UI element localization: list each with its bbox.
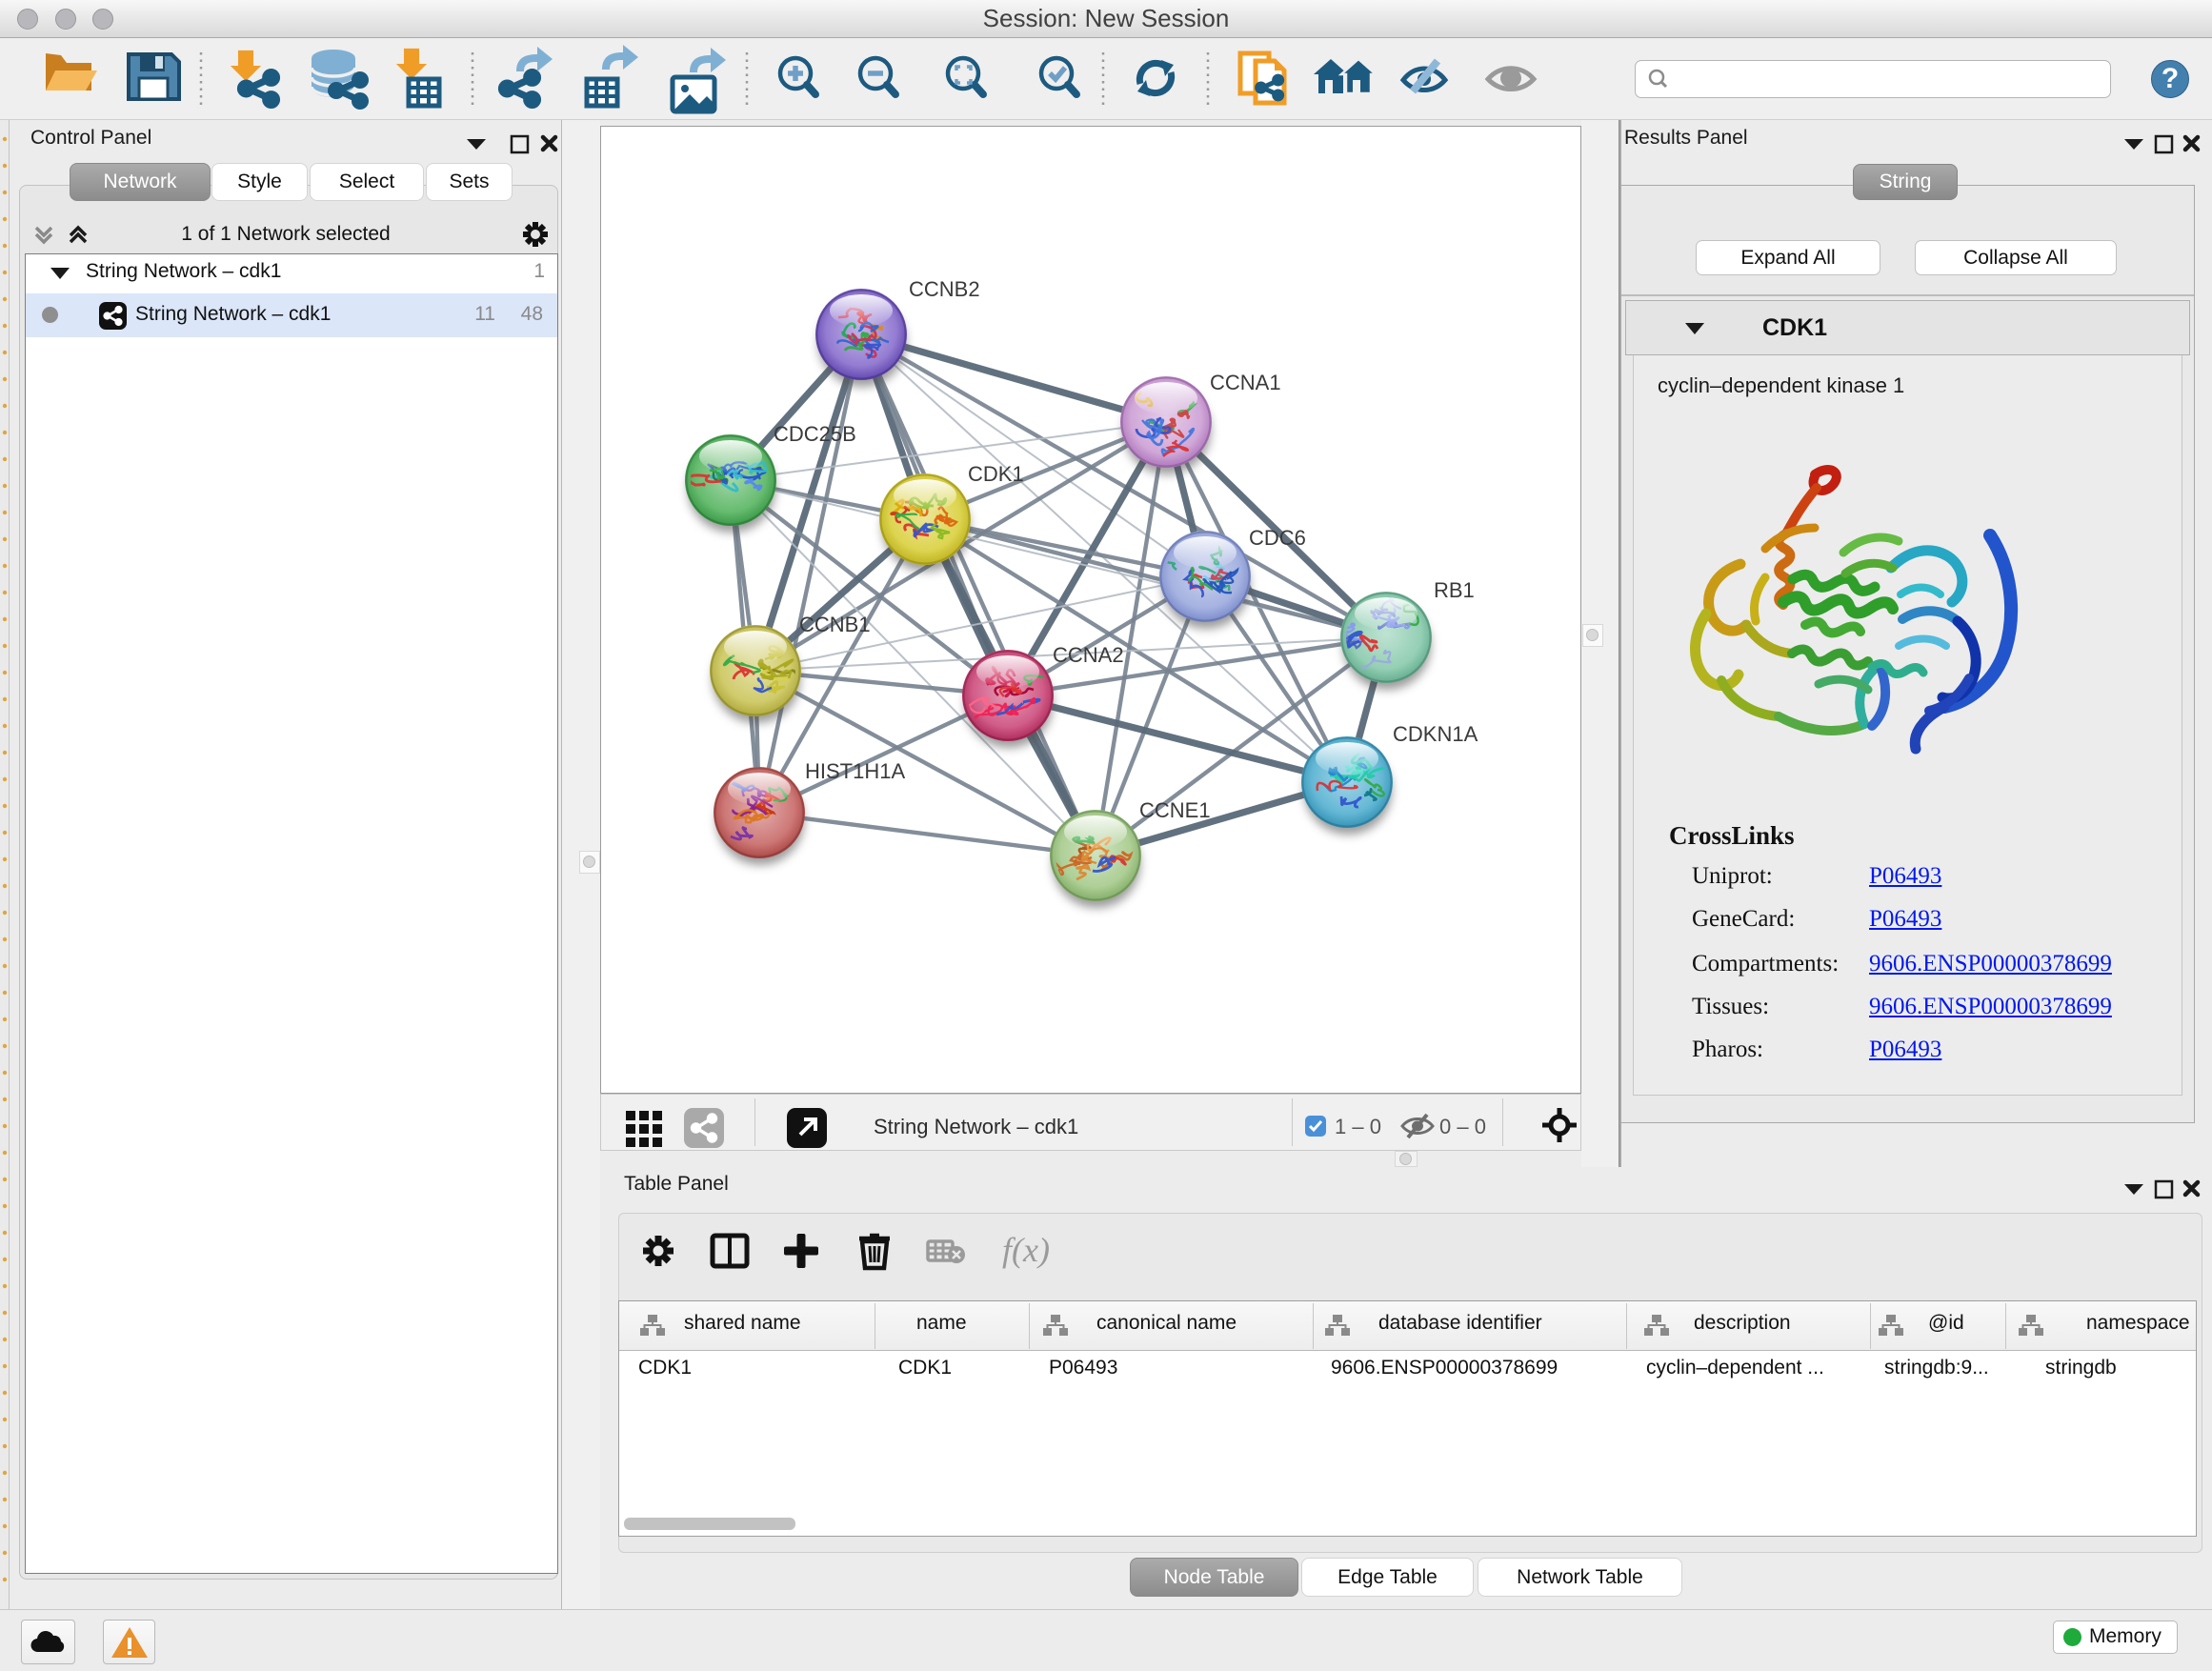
svg-text:CCNA2: CCNA2 bbox=[1053, 643, 1124, 667]
svg-text:CDK1: CDK1 bbox=[968, 462, 1024, 486]
svg-text:CDC25B: CDC25B bbox=[774, 422, 856, 446]
svg-text:f(x): f(x) bbox=[1002, 1231, 1050, 1269]
svg-text:CCNA1: CCNA1 bbox=[1210, 371, 1281, 394]
svg-text:RB1: RB1 bbox=[1434, 578, 1475, 602]
svg-text:HIST1H1A: HIST1H1A bbox=[805, 759, 905, 783]
svg-text:CDC6: CDC6 bbox=[1249, 526, 1306, 550]
svg-text:CCNB2: CCNB2 bbox=[909, 277, 980, 301]
svg-text:CDKN1A: CDKN1A bbox=[1393, 722, 1478, 746]
svg-text:CCNB1: CCNB1 bbox=[799, 613, 871, 636]
svg-text:CCNE1: CCNE1 bbox=[1139, 798, 1211, 822]
